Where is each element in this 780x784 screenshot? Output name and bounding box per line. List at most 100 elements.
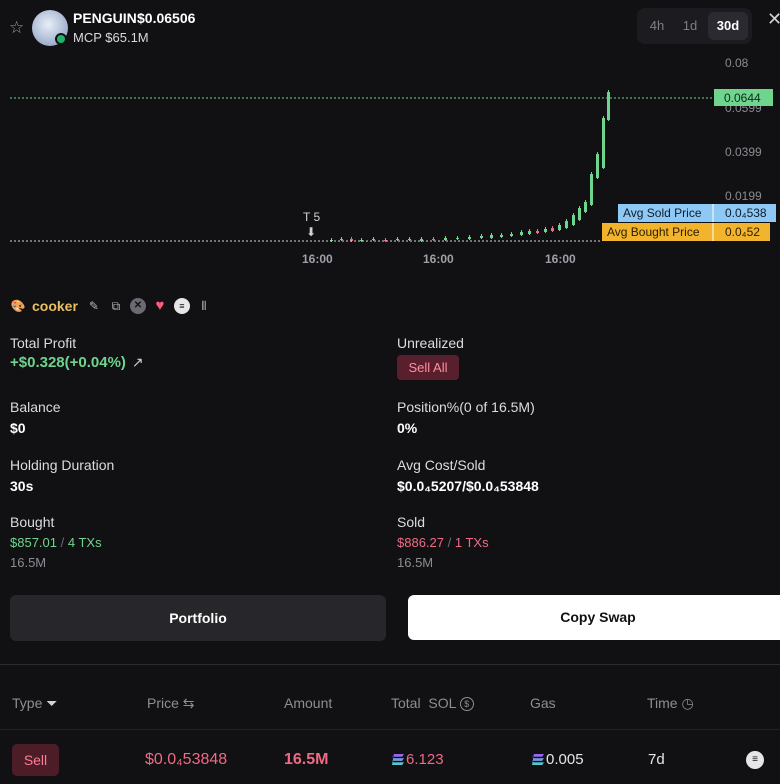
menu-icon[interactable]: ≡ bbox=[173, 298, 190, 314]
row-total: 6.123 bbox=[392, 751, 444, 768]
x-tick: 16:00 bbox=[302, 252, 333, 266]
candle bbox=[500, 235, 503, 237]
candle bbox=[551, 228, 554, 231]
unrealized-label: Unrealized bbox=[397, 335, 464, 351]
column-gas: Gas bbox=[530, 695, 556, 711]
candle bbox=[408, 239, 411, 240]
type-badge: Sell bbox=[12, 744, 59, 776]
bought-separator: / bbox=[60, 535, 65, 550]
market-cap: MCP $65.1M bbox=[73, 30, 149, 45]
portfolio-button[interactable]: Portfolio bbox=[10, 595, 386, 641]
copy-icon[interactable]: ⧉ bbox=[108, 298, 124, 314]
column-total[interactable]: Total SOL $ bbox=[391, 695, 474, 711]
close-icon[interactable]: ✕ bbox=[767, 9, 780, 30]
column-time[interactable]: Time ◷ bbox=[647, 695, 694, 712]
divider bbox=[0, 664, 780, 665]
avg-bought-label: Avg Bought Price bbox=[607, 225, 700, 239]
position-value: 0% bbox=[397, 420, 418, 436]
avg-cost-label: Avg Cost/Sold bbox=[397, 457, 486, 473]
candle bbox=[520, 232, 523, 235]
candle bbox=[584, 202, 587, 212]
candle bbox=[480, 236, 483, 238]
timeframe-1d[interactable]: 1d bbox=[676, 12, 704, 40]
position-label: Position%(0 of 16.5M) bbox=[397, 399, 535, 415]
candle bbox=[340, 239, 343, 240]
total-profit-value: +$0.328(+0.04%) bbox=[10, 354, 126, 371]
bought-usd: $857.01 bbox=[10, 535, 57, 550]
balance-label: Balance bbox=[10, 399, 61, 415]
candles-group bbox=[330, 90, 610, 242]
avg-sold-label: Avg Sold Price bbox=[623, 206, 702, 220]
row-amount: 16.5M bbox=[284, 751, 329, 768]
filter-icon[interactable]: ⏷ bbox=[46, 695, 57, 711]
timeframe-4h[interactable]: 4h bbox=[642, 12, 672, 40]
candle bbox=[590, 174, 593, 205]
swap-icon[interactable]: ⇆ bbox=[183, 695, 195, 711]
sell-all-button[interactable]: Sell All bbox=[397, 355, 459, 380]
y-tick: 0.0199 bbox=[725, 189, 762, 203]
total-profit-label: Total Profit bbox=[10, 335, 77, 351]
edit-icon[interactable]: ✎ bbox=[86, 298, 102, 314]
token-name: PENGUIN bbox=[73, 10, 137, 26]
trade-marker-label: T 5 bbox=[303, 210, 320, 224]
x-tick: 16:00 bbox=[423, 252, 454, 266]
sol-icon bbox=[392, 754, 404, 765]
sold-txs: 1 TXs bbox=[454, 535, 489, 550]
palette-icon: 🎨 bbox=[10, 299, 26, 313]
sold-amount: 16.5M bbox=[397, 555, 434, 570]
avg-cost-value: $0.0₄5207/$0.0₄53848 bbox=[397, 478, 539, 494]
external-link-icon[interactable]: ↗ bbox=[132, 354, 144, 371]
verified-badge-icon bbox=[55, 33, 67, 45]
candle bbox=[607, 92, 610, 120]
copy-swap-button[interactable]: Copy Swap bbox=[408, 595, 780, 640]
avg-sold-value: 0.0₄538 bbox=[725, 206, 767, 220]
candle bbox=[372, 239, 375, 240]
candle bbox=[544, 229, 547, 232]
row-price: $0.0₄53848 bbox=[145, 751, 228, 768]
token-price: $0.06506 bbox=[137, 10, 196, 26]
candle bbox=[602, 118, 605, 168]
row-menu-icon[interactable]: ≡ bbox=[746, 751, 764, 769]
column-price[interactable]: Price ⇆ bbox=[147, 695, 195, 712]
candle bbox=[596, 154, 599, 178]
candle bbox=[432, 239, 435, 240]
price-chart[interactable]: 0.08 0.0599 0.0399 0.0199 0.0644 Avg Sol… bbox=[0, 50, 780, 275]
candle bbox=[468, 237, 471, 239]
candle bbox=[536, 231, 539, 233]
column-amount: Amount bbox=[284, 695, 333, 711]
timeframe-30d[interactable]: 30d bbox=[708, 12, 748, 40]
candle bbox=[396, 239, 399, 240]
candle bbox=[510, 234, 513, 236]
candle bbox=[444, 238, 447, 240]
heart-icon[interactable]: ♥ bbox=[152, 298, 168, 314]
candle bbox=[558, 225, 561, 230]
balance-value: $0 bbox=[10, 420, 26, 436]
candle bbox=[456, 238, 459, 239]
x-tick: 16:00 bbox=[545, 252, 576, 266]
holding-duration-label: Holding Duration bbox=[10, 457, 115, 473]
current-price-label: 0.0644 bbox=[724, 91, 761, 105]
x-icon[interactable]: ✕ bbox=[129, 298, 146, 314]
bought-txs: 4 TXs bbox=[67, 535, 102, 550]
timeframe-selector: 4h 1d 30d bbox=[637, 8, 752, 44]
sol-icon bbox=[532, 754, 544, 765]
wallet-name[interactable]: cooker bbox=[32, 298, 78, 314]
wallet-row: 🎨 cooker ✎ ⧉ ✕ ♥ ≡ ⫴ bbox=[10, 297, 212, 315]
star-icon[interactable]: ☆ bbox=[9, 19, 27, 37]
avg-bought-value: 0.0₄52 bbox=[725, 225, 760, 239]
down-arrow-icon: ⬇ bbox=[306, 225, 316, 239]
divider bbox=[0, 729, 780, 730]
candle bbox=[528, 231, 531, 234]
row-gas: 0.005 bbox=[532, 751, 584, 768]
bought-label: Bought bbox=[10, 514, 55, 530]
sold-separator: / bbox=[447, 535, 452, 550]
row-time: 7d bbox=[648, 751, 665, 768]
y-tick: 0.08 bbox=[725, 56, 749, 70]
column-type[interactable]: Type ⏷ bbox=[12, 695, 57, 712]
y-tick: 0.0399 bbox=[725, 145, 762, 159]
currency-toggle-icon[interactable]: $ bbox=[459, 697, 474, 711]
candle bbox=[490, 235, 493, 238]
candles-icon[interactable]: ⫴ bbox=[196, 298, 212, 314]
holding-duration-value: 30s bbox=[10, 478, 34, 494]
sold-usd: $886.27 bbox=[397, 535, 444, 550]
